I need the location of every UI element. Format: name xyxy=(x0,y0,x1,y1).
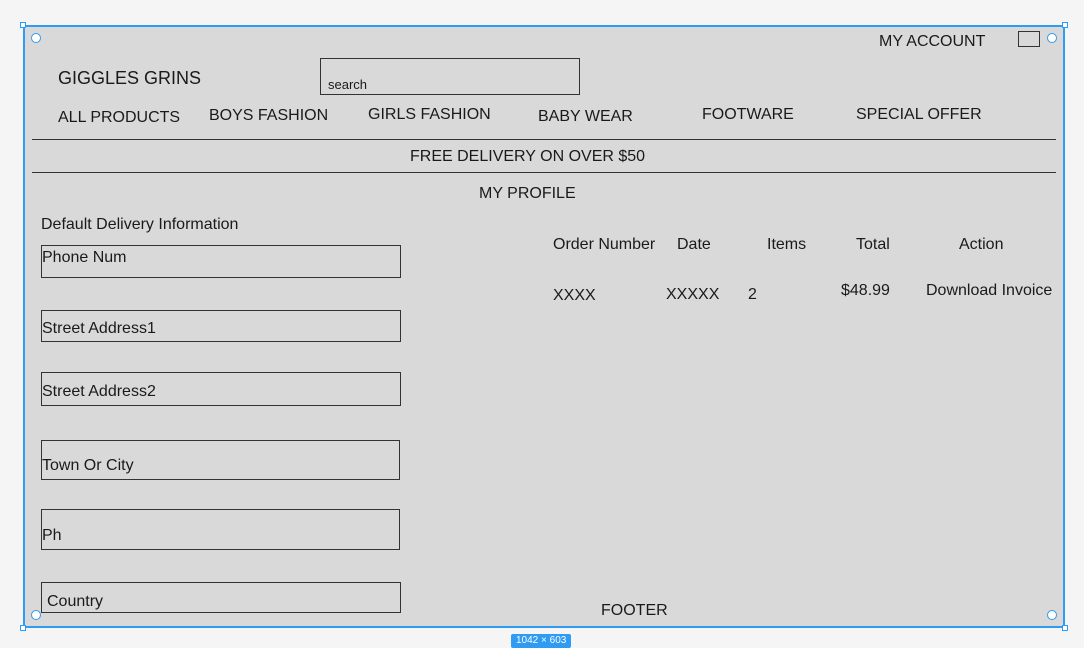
order-number-cell: XXXX xyxy=(553,287,596,304)
phone-num-field[interactable] xyxy=(41,245,401,278)
col-order-number: Order Number xyxy=(553,236,656,253)
town-or-city-field[interactable] xyxy=(41,440,400,480)
delivery-banner: FREE DELIVERY ON OVER $50 xyxy=(410,148,646,165)
col-total: Total xyxy=(856,236,890,253)
nav-baby-wear[interactable]: BABY WEAR xyxy=(538,107,633,127)
order-date-cell: XXXXX xyxy=(666,286,720,303)
delivery-heading: Default Delivery Information xyxy=(41,216,239,233)
dimension-badge: 1042 × 603 xyxy=(511,634,572,648)
col-date: Date xyxy=(677,236,711,253)
resize-handle-top-left[interactable] xyxy=(20,22,26,28)
rotate-handle-top-left[interactable] xyxy=(31,33,41,43)
nav-boys-fashion[interactable]: BOYS FASHION xyxy=(209,106,328,126)
street-address2-field[interactable] xyxy=(41,372,401,406)
banner-bottom-divider xyxy=(32,172,1056,173)
rotate-handle-bottom-right[interactable] xyxy=(1047,610,1057,620)
download-invoice-link[interactable]: Download Invoice xyxy=(926,281,1052,301)
nav-footware[interactable]: FOOTWARE xyxy=(702,105,794,125)
search-input[interactable] xyxy=(320,58,580,95)
account-box-icon[interactable] xyxy=(1018,31,1040,47)
nav-special-offer[interactable]: SPECIAL OFFER xyxy=(856,105,982,125)
resize-handle-top-right[interactable] xyxy=(1062,22,1068,28)
street-address1-field[interactable] xyxy=(41,310,401,342)
ph-field[interactable] xyxy=(41,509,400,550)
col-action: Action xyxy=(959,236,1004,253)
country-field[interactable] xyxy=(41,582,401,613)
order-total-cell: $48.99 xyxy=(841,282,890,299)
site-logo[interactable]: GIGGLES GRINS xyxy=(58,67,201,89)
order-items-cell: 2 xyxy=(748,286,757,303)
nav-girls-fashion[interactable]: GIRLS FASHION xyxy=(368,105,491,125)
footer: FOOTER xyxy=(601,602,668,619)
page-title: MY PROFILE xyxy=(479,185,576,202)
nav-all-products[interactable]: ALL PRODUCTS xyxy=(58,108,180,128)
col-items: Items xyxy=(767,236,807,253)
my-account-link[interactable]: MY ACCOUNT xyxy=(879,32,985,52)
resize-handle-bottom-right[interactable] xyxy=(1062,625,1068,631)
banner-top-divider xyxy=(32,139,1056,140)
resize-handle-bottom-left[interactable] xyxy=(20,625,26,631)
rotate-handle-bottom-left[interactable] xyxy=(31,610,41,620)
rotate-handle-top-right[interactable] xyxy=(1047,33,1057,43)
